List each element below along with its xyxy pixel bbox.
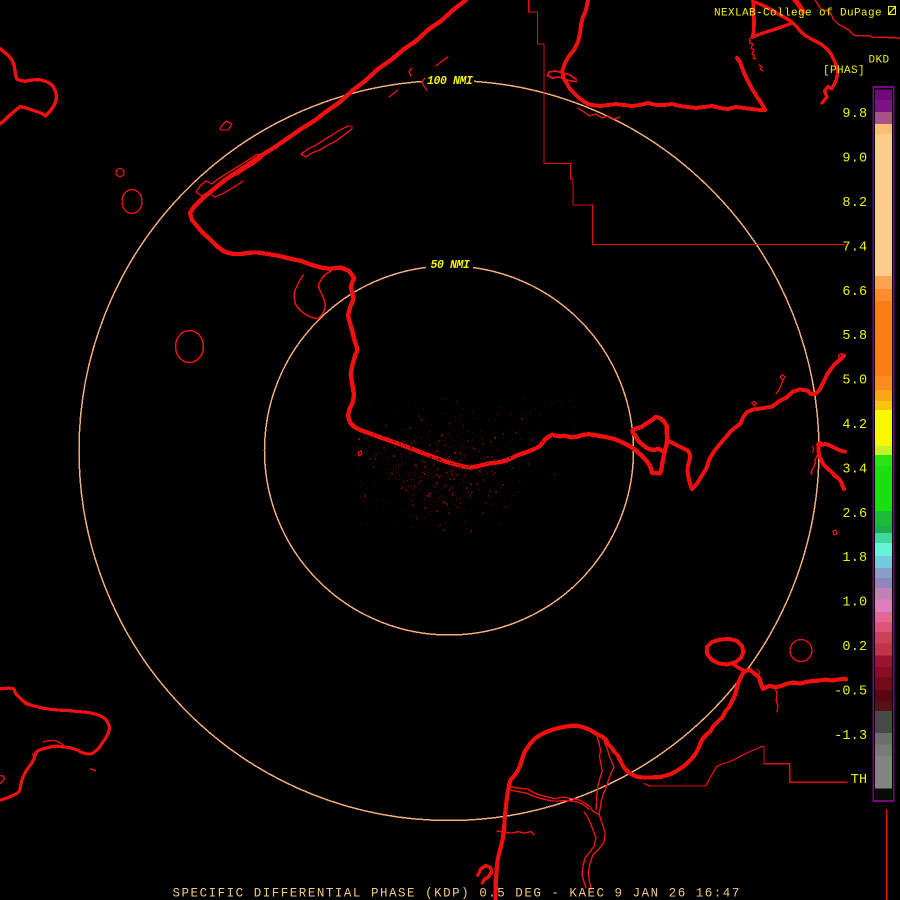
svg-text:9.8: 9.8 — [842, 107, 867, 122]
svg-text:DKD: DKD — [869, 55, 890, 67]
svg-text:1.0: 1.0 — [842, 596, 867, 611]
svg-text:-0.5: -0.5 — [834, 684, 867, 699]
svg-text:50 NMI: 50 NMI — [431, 259, 471, 272]
svg-text:9.0: 9.0 — [842, 152, 867, 167]
svg-text:[PHAS]: [PHAS] — [823, 65, 865, 77]
svg-text:6.6: 6.6 — [842, 285, 867, 300]
svg-text:8.2: 8.2 — [842, 196, 867, 211]
svg-text:100 NMI: 100 NMI — [427, 75, 473, 88]
svg-text:0.2: 0.2 — [842, 640, 867, 655]
svg-text:5.0: 5.0 — [842, 374, 867, 389]
svg-text:-1.3: -1.3 — [834, 729, 867, 744]
svg-text:7.4: 7.4 — [842, 240, 867, 255]
svg-text:SPECIFIC DIFFERENTIAL PHASE (K: SPECIFIC DIFFERENTIAL PHASE (KDP) 0.5 DE… — [173, 887, 741, 900]
svg-text:TH: TH — [851, 773, 868, 788]
svg-text:NEXLAB-College of DuPage: NEXLAB-College of DuPage — [714, 8, 882, 20]
svg-text:3.4: 3.4 — [842, 462, 867, 477]
svg-text:1.8: 1.8 — [842, 551, 867, 566]
svg-text:2.6: 2.6 — [842, 507, 867, 522]
svg-text:4.2: 4.2 — [842, 418, 867, 433]
svg-text:5.8: 5.8 — [842, 329, 867, 344]
